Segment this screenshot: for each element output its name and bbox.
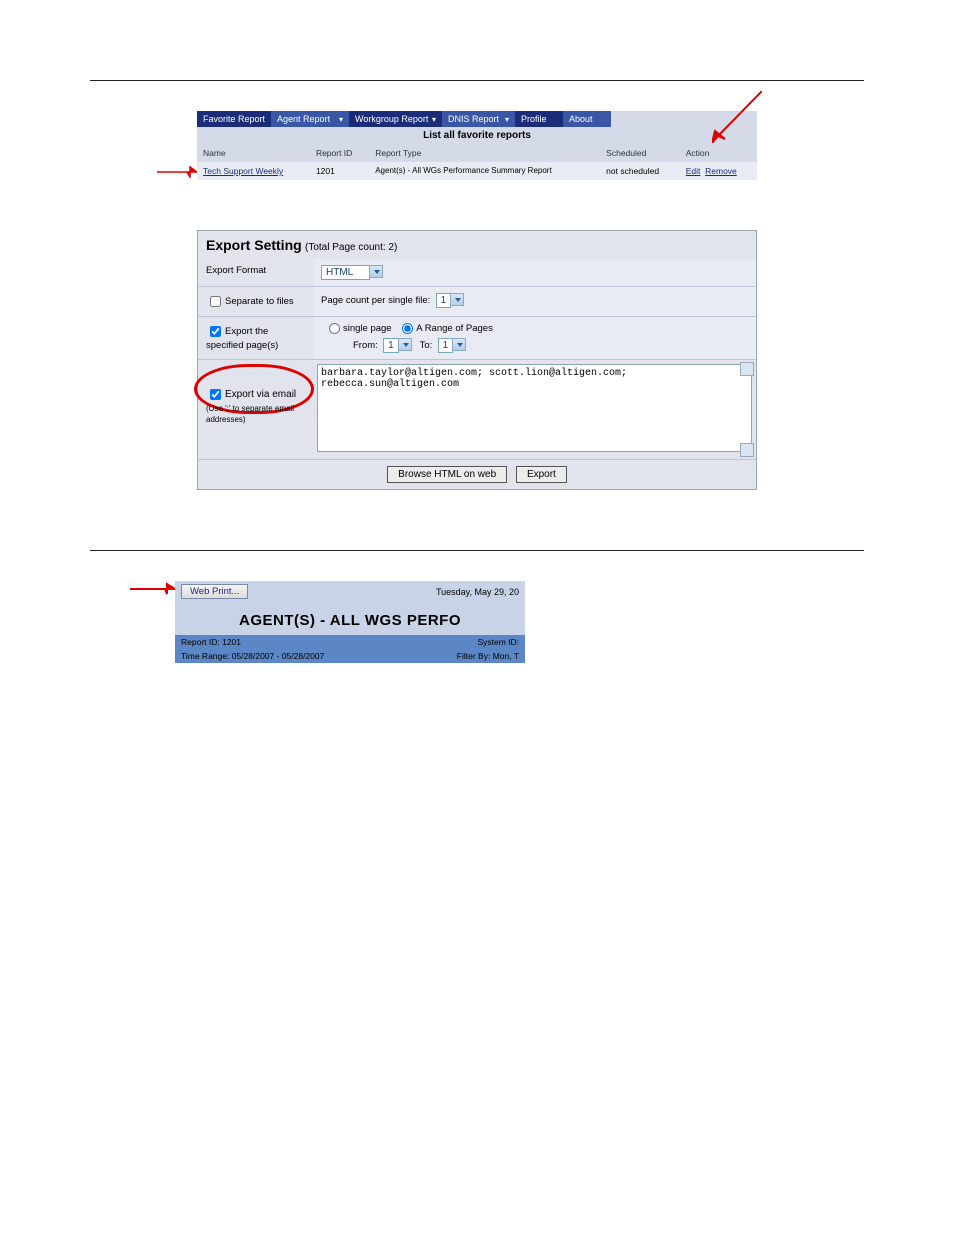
export-format-label: Export Format [198, 259, 313, 286]
report-tabs: Favorite Report Agent Report▾ Workgroup … [197, 111, 757, 127]
single-page-label: single page [343, 323, 392, 334]
red-arrow-left-icon [157, 166, 197, 178]
range-pages-label: A Range of Pages [416, 323, 493, 334]
tab-workgroup-report[interactable]: Workgroup Report▾ [349, 111, 442, 127]
cell-report-type: Agent(s) - All WGs Performance Summary R… [369, 162, 600, 180]
tab-profile[interactable]: Profile [515, 111, 563, 127]
export-button[interactable]: Export [516, 466, 567, 483]
browse-html-button[interactable]: Browse HTML on web [387, 466, 507, 483]
export-email-label: Export via email [225, 389, 296, 400]
report-name-link[interactable]: Tech Support Weekly [203, 166, 283, 176]
export-format-select[interactable]: HTML [321, 265, 370, 280]
to-select[interactable]: 1 [438, 338, 454, 353]
red-arrow-topright-icon [712, 91, 762, 143]
edit-link[interactable]: Edit [686, 166, 701, 176]
export-setting-panel: Export Setting (Total Page count: 2) Exp… [197, 230, 757, 490]
page-count-select[interactable]: 1 [436, 293, 452, 308]
table-header-row: Name Report ID Report Type Scheduled Act… [197, 144, 757, 162]
separate-files-checkbox[interactable] [210, 296, 221, 307]
single-page-radio[interactable] [329, 323, 340, 334]
web-print-button[interactable]: Web Print... [181, 584, 248, 599]
chevron-down-icon[interactable] [450, 293, 464, 306]
chevron-down-icon[interactable] [452, 338, 466, 351]
preview-title: AGENT(S) - ALL WGS PERFO [175, 602, 525, 635]
export-email-hint: (Use ';' to separate email addresses) [206, 404, 294, 424]
from-select[interactable]: 1 [383, 338, 399, 353]
cell-scheduled: not scheduled [600, 162, 680, 180]
remove-link[interactable]: Remove [705, 166, 737, 176]
to-label: To: [420, 340, 433, 351]
tab-agent-report[interactable]: Agent Report▾ [271, 111, 349, 127]
table-row: Tech Support Weekly 1201 Agent(s) - All … [197, 162, 757, 180]
email-addresses-textarea[interactable] [317, 364, 752, 452]
col-name: Name [197, 144, 310, 162]
tab-about[interactable]: About [563, 111, 611, 127]
col-report-type: Report Type [369, 144, 600, 162]
preview-system-id: System ID: [350, 635, 525, 649]
separate-files-label: Separate to files [225, 296, 294, 307]
favorite-reports-table: Name Report ID Report Type Scheduled Act… [197, 144, 757, 180]
page-count-label: Page count per single file: [321, 295, 430, 306]
preview-info-bar: Report ID: 1201 System ID: Time Range: 0… [175, 635, 525, 663]
red-arrow-left-icon [130, 582, 175, 596]
preview-time-range: Time Range: 05/28/2007 - 05/28/2007 [175, 649, 350, 663]
chevron-down-icon: ▾ [339, 115, 343, 124]
list-all-heading: List all favorite reports [197, 127, 757, 144]
favorite-reports-panel: Favorite Report Agent Report▾ Workgroup … [197, 111, 757, 180]
col-scheduled: Scheduled [600, 144, 680, 162]
scrollbar-down-icon[interactable] [740, 443, 754, 457]
report-preview-panel: Web Print... Tuesday, May 29, 20 AGENT(S… [175, 581, 525, 663]
chevron-down-icon: ▾ [432, 115, 436, 124]
col-action: Action [680, 144, 757, 162]
scrollbar-up-icon[interactable] [740, 362, 754, 376]
chevron-down-icon[interactable] [369, 265, 383, 278]
export-specified-checkbox[interactable] [210, 326, 221, 337]
range-pages-radio[interactable] [402, 323, 413, 334]
preview-report-id: Report ID: 1201 [175, 635, 350, 649]
chevron-down-icon[interactable] [398, 338, 412, 351]
preview-date: Tuesday, May 29, 20 [436, 587, 519, 597]
chevron-down-icon: ▾ [505, 115, 509, 124]
preview-filter-by: Filter By: Mon, T [350, 649, 525, 663]
export-setting-header: Export Setting (Total Page count: 2) [198, 231, 756, 259]
export-email-checkbox[interactable] [210, 389, 221, 400]
tab-favorite-report[interactable]: Favorite Report [197, 111, 271, 127]
tab-dnis-report[interactable]: DNIS Report▾ [442, 111, 515, 127]
cell-report-id: 1201 [310, 162, 369, 180]
from-label: From: [353, 340, 378, 351]
col-report-id: Report ID [310, 144, 369, 162]
